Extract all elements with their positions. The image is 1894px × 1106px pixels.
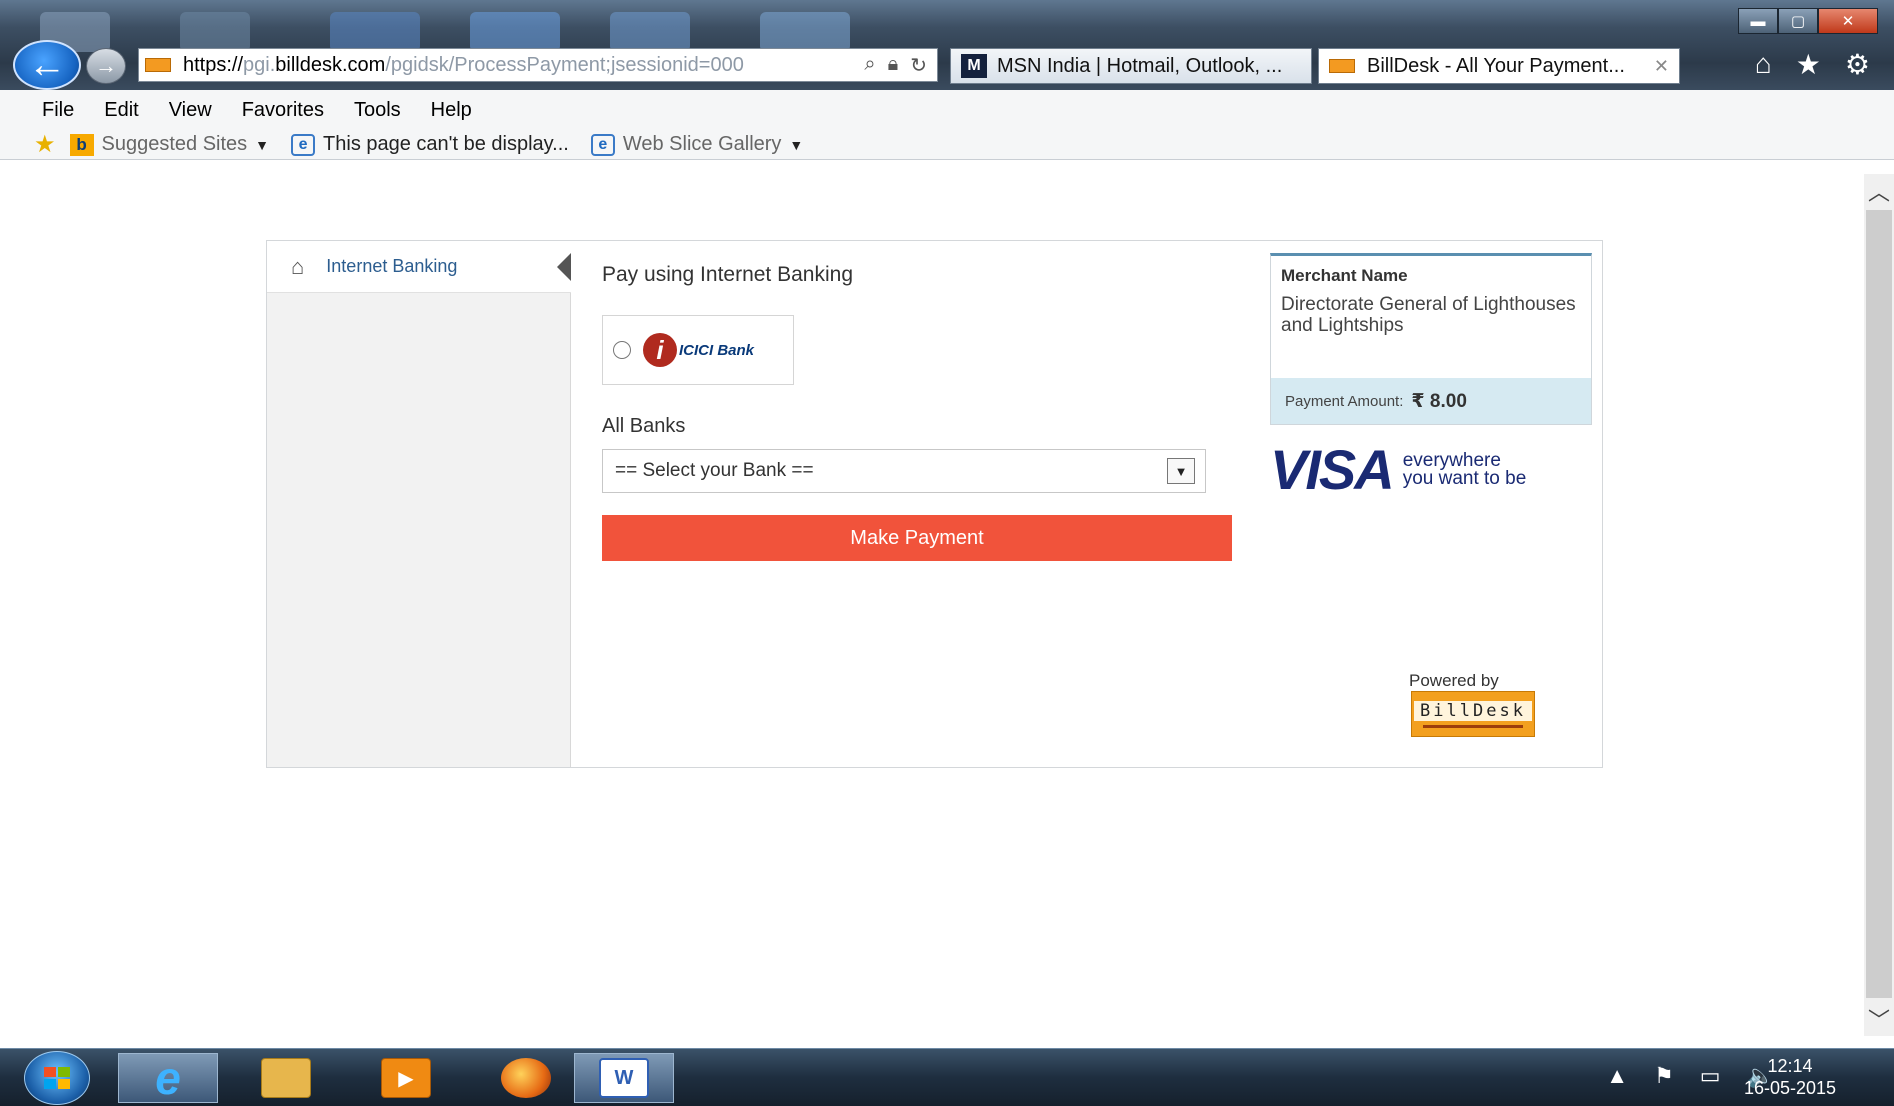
bank-select-dropdown[interactable]: == Select your Bank == ▼ [602,449,1206,493]
nav-internet-banking[interactable]: ⌂ Internet Banking [267,241,571,293]
address-bar-icons: ⌕ 🔒︎ ↻ [864,53,937,78]
menu-tools[interactable]: Tools [354,99,401,122]
firefox-icon[interactable] [476,1053,576,1103]
page-title: Pay using Internet Banking [602,263,853,286]
blurred-background-tile [180,12,250,52]
file-explorer-icon[interactable] [236,1053,336,1103]
payment-method-nav: ⌂ Internet Banking [267,241,571,767]
minimize-button[interactable]: ▬ [1738,8,1778,34]
menu-edit[interactable]: Edit [104,99,138,122]
tab-close-icon[interactable]: ✕ [1654,56,1669,77]
menu-file[interactable]: File [42,99,74,122]
payment-amount-value: ₹ 8.00 [1411,390,1467,412]
lock-icon[interactable]: 🔒︎ [888,53,899,78]
search-icon[interactable]: ⌕ [864,53,875,78]
billdesk-favicon-icon [1329,59,1355,73]
action-center-flag-icon[interactable]: ⚑ [1654,1063,1674,1089]
maximize-button[interactable]: ▢ [1778,8,1818,34]
site-favicon-icon [145,58,171,72]
nav-internet-banking-label: Internet Banking [326,256,458,276]
ie-page-icon: e [291,133,316,156]
fav-web-slice-gallery[interactable]: e Web Slice Gallery ▼ [590,133,804,156]
gear-icon[interactable]: ⚙ [1845,48,1870,81]
windows-logo-icon [44,1067,70,1089]
tab-msn[interactable]: M MSN India | Hotmail, Outlook, ... [950,48,1312,84]
billdesk-logo: BillDesk [1411,691,1535,737]
bing-icon: b [69,133,94,156]
home-icon[interactable]: ⌂ [1755,48,1772,81]
favorites-star-icon[interactable]: ★ [1796,48,1821,81]
browser-toolbar-icons: ⌂ ★ ⚙ [1755,48,1870,81]
icici-radio-button[interactable] [613,341,631,359]
icici-bank-logo: i ICICI Bank [643,333,754,367]
home-icon: ⌂ [291,253,305,279]
menu-help[interactable]: Help [431,99,472,122]
active-nav-arrow-icon [557,253,571,281]
tab-billdesk[interactable]: BillDesk - All Your Payment... ✕ [1318,48,1680,84]
chevron-down-icon: ▼ [255,136,270,153]
favorites-bar: ★ b Suggested Sites ▼ e This page can't … [0,130,1894,160]
forward-arrow-icon: → [95,53,117,78]
blurred-background-tile [760,12,850,52]
payment-panel: ⌂ Internet Banking Pay using Internet Ba… [266,240,1603,768]
start-button[interactable] [24,1051,90,1105]
clock-date: 16-05-2015 [1743,1078,1837,1098]
merchant-name-heading: Merchant Name [1281,266,1408,285]
forward-button[interactable]: → [86,48,126,84]
scroll-down-icon[interactable]: ﹀ [1864,1002,1894,1036]
icici-bank-option[interactable]: i ICICI Bank [602,315,794,385]
show-hidden-icons-icon[interactable]: ▲ [1606,1063,1628,1089]
blurred-background-tile [470,12,560,52]
address-bar[interactable]: https://pgi.billdesk.com/pgidsk/ProcessP… [138,48,938,82]
tab-label: BillDesk - All Your Payment... [1367,54,1625,77]
add-favorites-star-icon[interactable]: ★ [34,130,56,159]
url-text[interactable]: https://pgi.billdesk.com/pgidsk/ProcessP… [183,54,823,77]
screen: ▬ ▢ ✕ ← → https://pgi.billdesk.com/pgids… [0,0,1894,1106]
make-payment-button[interactable]: Make Payment [602,515,1232,561]
payment-amount-strip: Payment Amount: ₹ 8.00 [1271,378,1591,424]
refresh-icon[interactable]: ↻ [910,53,927,78]
merchant-name-value: Directorate General of Lighthouses and L… [1281,294,1576,336]
browser-titlebar: ▬ ▢ ✕ ← → https://pgi.billdesk.com/pgids… [0,0,1894,90]
fav-suggested-sites[interactable]: b Suggested Sites ▼ [69,133,270,156]
powered-by-label: Powered by [1409,671,1499,690]
vertical-scrollbar[interactable]: ︿ ﹀ [1864,174,1894,1036]
visa-logo: VISA everywhere you want to be [1270,438,1527,501]
scroll-up-icon[interactable]: ︿ [1864,174,1894,208]
window-controls: ▬ ▢ ✕ [1738,8,1878,34]
tab-label: MSN India | Hotmail, Outlook, ... [997,54,1283,77]
chevron-down-icon[interactable]: ▼ [1167,458,1195,484]
clock-time: 12:14 [1767,1056,1813,1076]
ie-icon[interactable]: e [118,1052,218,1104]
menu-bar: File Edit View Favorites Tools Help [0,90,1894,130]
menu-favorites[interactable]: Favorites [242,99,324,122]
ie-page-icon: e [590,133,615,156]
msn-icon: M [961,54,987,78]
scroll-thumb[interactable] [1866,210,1892,998]
chevron-down-icon: ▼ [789,136,804,153]
back-button[interactable]: ← [13,40,81,90]
blurred-background-tile [330,12,420,52]
payment-amount-label: Payment Amount: [1285,392,1404,410]
back-arrow-icon: ← [28,43,66,86]
fav-page-cant-display[interactable]: e This page can't be display... [291,133,569,156]
windows-taskbar: e ▶ W ▲ ⚑ ▭ 🔈 12:14 16-05-2015 [0,1048,1894,1106]
bank-select-value: == Select your Bank == [615,460,814,481]
menu-view[interactable]: View [169,99,212,122]
media-player-icon[interactable]: ▶ [356,1053,456,1103]
merchant-info-card: Merchant Name Directorate General of Lig… [1270,253,1592,425]
taskbar-clock[interactable]: 12:14 16-05-2015 [1730,1055,1850,1099]
network-icon[interactable]: ▭ [1700,1063,1721,1089]
close-window-button[interactable]: ✕ [1818,8,1878,34]
blurred-background-tile [610,12,690,52]
all-banks-label: All Banks [602,415,686,437]
word-icon[interactable]: W [574,1053,674,1103]
